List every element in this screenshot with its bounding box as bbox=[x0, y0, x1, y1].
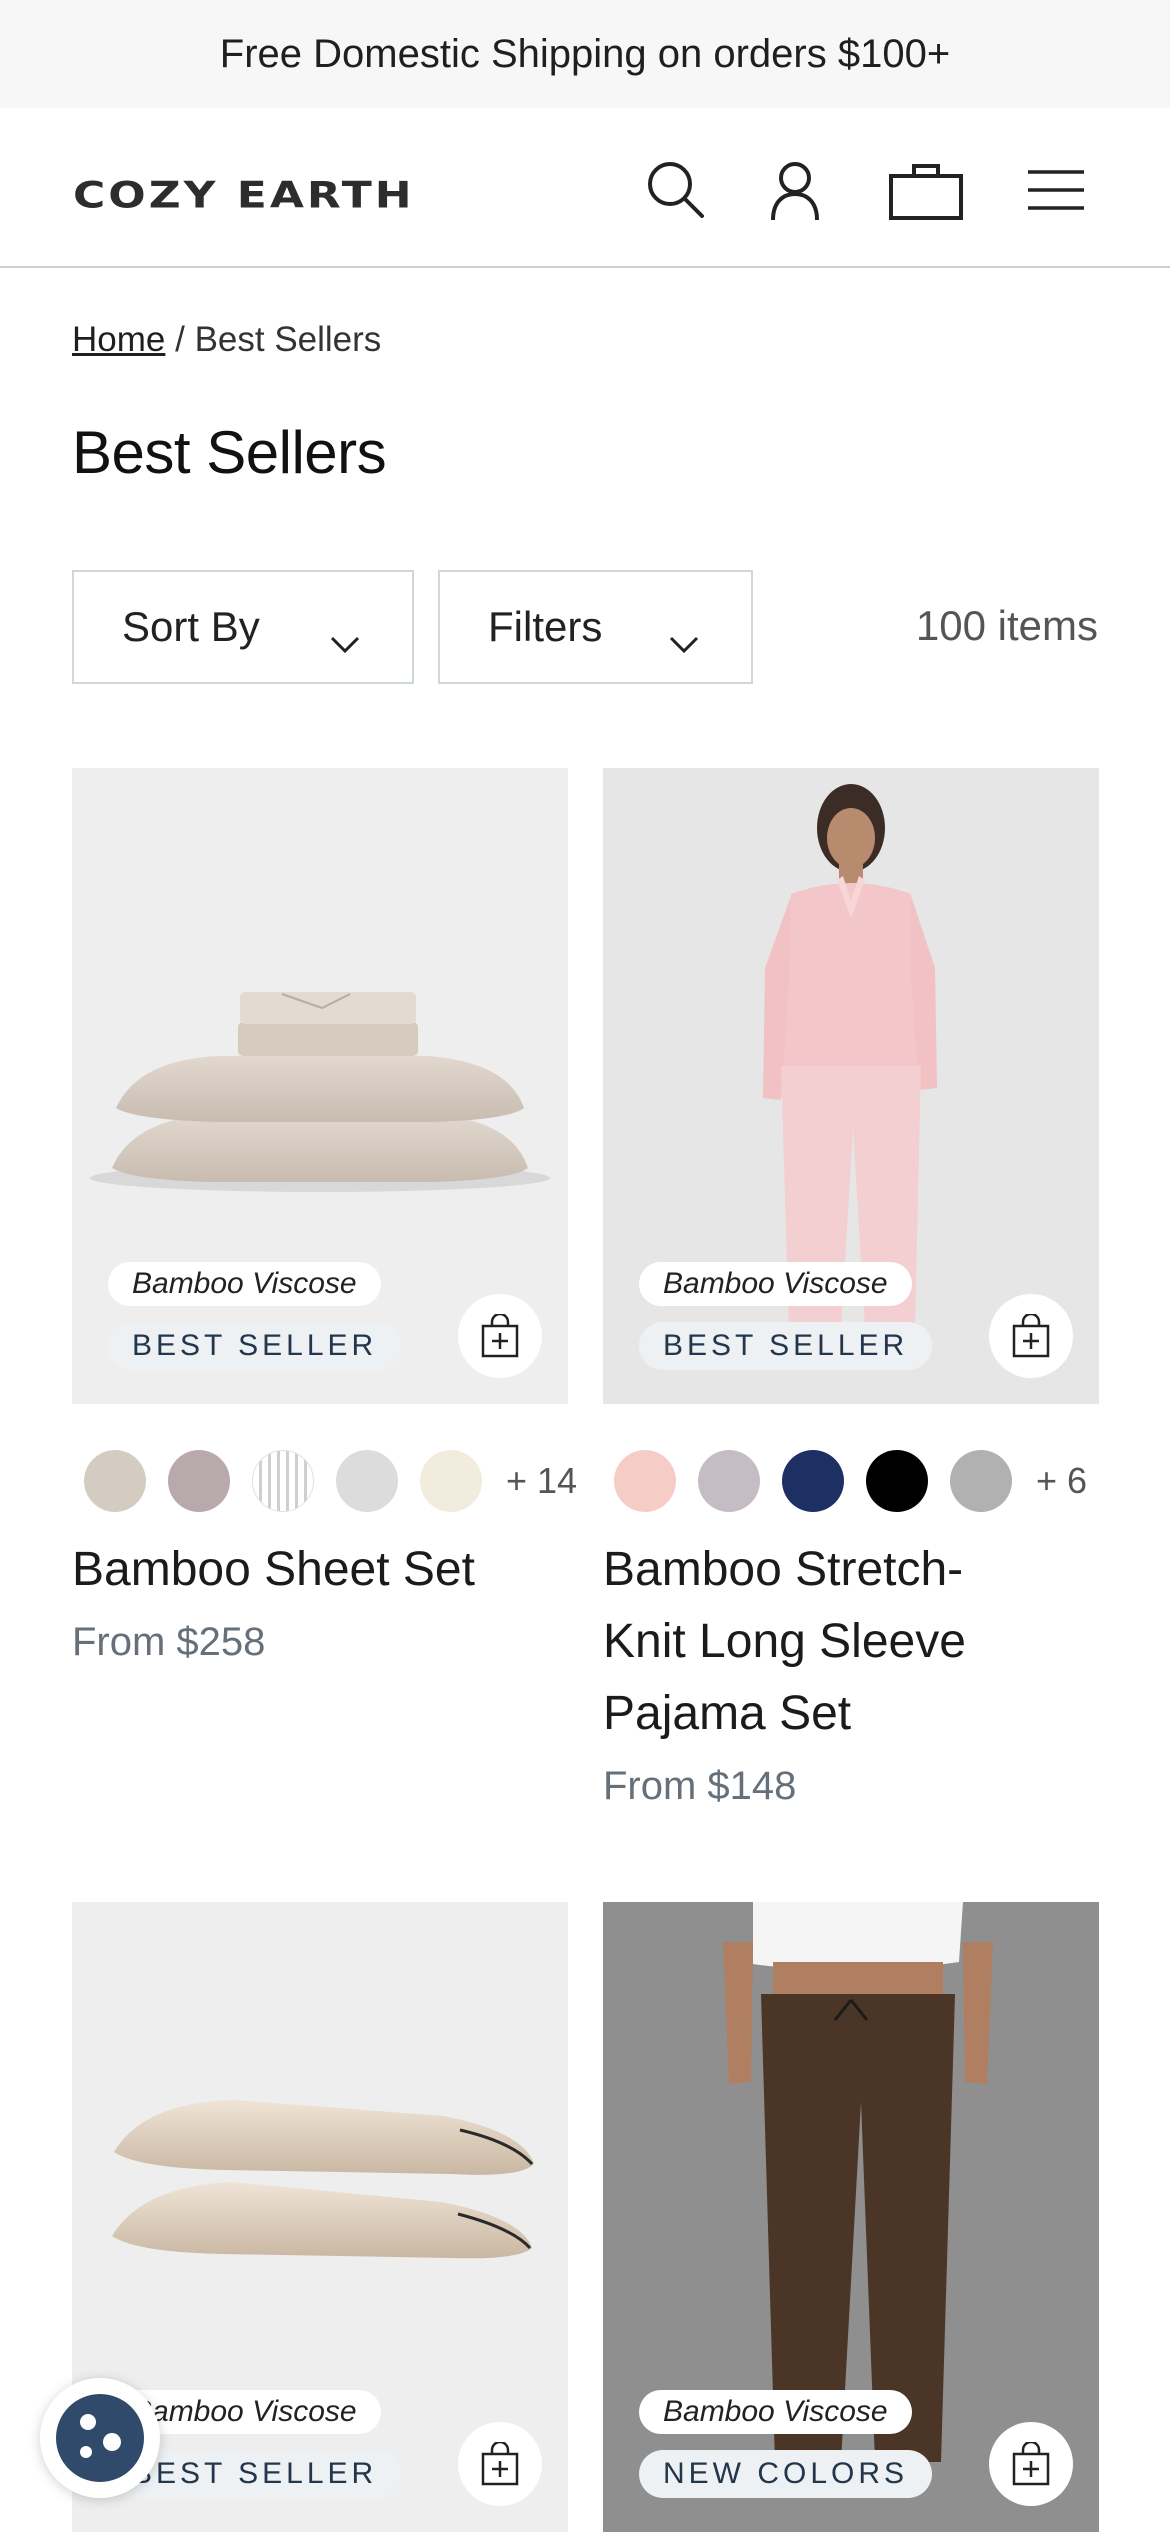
color-swatch[interactable] bbox=[698, 1450, 760, 1512]
promo-banner: Free Domestic Shipping on orders $100+ bbox=[0, 0, 1170, 108]
promo-text: Free Domestic Shipping on orders $100+ bbox=[219, 31, 951, 76]
color-swatch[interactable] bbox=[866, 1450, 928, 1512]
brand-logo[interactable]: COZY EARTH bbox=[73, 175, 415, 217]
product-image-pajama-set[interactable]: Bamboo Viscose BEST SELLER bbox=[603, 768, 1099, 1404]
add-to-bag-icon bbox=[481, 1314, 519, 1358]
search-icon[interactable] bbox=[640, 154, 712, 226]
color-swatch[interactable] bbox=[782, 1450, 844, 1512]
color-swatch[interactable] bbox=[614, 1450, 676, 1512]
color-swatch-striped[interactable] bbox=[252, 1450, 314, 1512]
product-image-sheet-set[interactable]: Bamboo Viscose BEST SELLER bbox=[72, 768, 568, 1404]
material-tag: Bamboo Viscose bbox=[639, 2390, 912, 2434]
color-swatch[interactable] bbox=[950, 1450, 1012, 1512]
new-colors-badge: NEW COLORS bbox=[639, 2450, 933, 2498]
sort-by-dropdown[interactable]: Sort By bbox=[72, 570, 414, 684]
color-swatch[interactable] bbox=[336, 1450, 398, 1512]
chevron-down-icon bbox=[669, 616, 699, 664]
material-tag: Bamboo Viscose bbox=[108, 1262, 381, 1306]
add-to-bag-icon bbox=[481, 2442, 519, 2486]
menu-icon[interactable] bbox=[1024, 154, 1088, 226]
breadcrumb-separator: / bbox=[165, 320, 195, 359]
cookie-preferences-button[interactable] bbox=[40, 2378, 160, 2498]
site-header: COZY EARTH bbox=[0, 108, 1170, 268]
cart-icon[interactable] bbox=[888, 154, 964, 226]
account-icon[interactable] bbox=[759, 154, 831, 226]
add-to-bag-icon bbox=[1012, 1314, 1050, 1358]
quick-add-button[interactable] bbox=[989, 2422, 1073, 2506]
product-name[interactable]: Bamboo Stretch-Knit Long Sleeve Pajama S… bbox=[603, 1534, 1043, 1750]
filters-dropdown[interactable]: Filters bbox=[438, 570, 753, 684]
chevron-down-icon bbox=[330, 616, 360, 664]
product-price: From $148 bbox=[603, 1764, 797, 1808]
product-image-joggers[interactable]: Bamboo Viscose NEW COLORS bbox=[603, 1902, 1099, 2532]
color-swatches: + 6 bbox=[614, 1448, 1087, 1514]
breadcrumb-current: Best Sellers bbox=[194, 320, 382, 359]
quick-add-button[interactable] bbox=[989, 1294, 1073, 1378]
more-colors[interactable]: + 6 bbox=[1036, 1460, 1087, 1502]
color-swatch[interactable] bbox=[84, 1450, 146, 1512]
quick-add-button[interactable] bbox=[458, 2422, 542, 2506]
color-swatch[interactable] bbox=[168, 1450, 230, 1512]
best-seller-badge: BEST SELLER bbox=[108, 1322, 402, 1370]
product-price: From $258 bbox=[72, 1620, 266, 1664]
filters-label: Filters bbox=[488, 603, 603, 650]
more-colors[interactable]: + 14 bbox=[506, 1460, 577, 1502]
quick-add-button[interactable] bbox=[458, 1294, 542, 1378]
product-name[interactable]: Bamboo Sheet Set bbox=[72, 1534, 568, 1606]
material-tag: Bamboo Viscose bbox=[639, 1262, 912, 1306]
sort-by-label: Sort By bbox=[122, 603, 260, 650]
add-to-bag-icon bbox=[1012, 2442, 1050, 2486]
best-seller-badge: BEST SELLER bbox=[639, 1322, 933, 1370]
page-title: Best Sellers bbox=[72, 419, 387, 486]
item-count: 100 items bbox=[915, 602, 1098, 649]
breadcrumb-home-link[interactable]: Home bbox=[72, 320, 165, 359]
cookie-icon bbox=[56, 2394, 144, 2482]
color-swatches: + 14 bbox=[84, 1448, 577, 1514]
color-swatch[interactable] bbox=[420, 1450, 482, 1512]
breadcrumb: Home / Best Sellers bbox=[72, 320, 381, 360]
